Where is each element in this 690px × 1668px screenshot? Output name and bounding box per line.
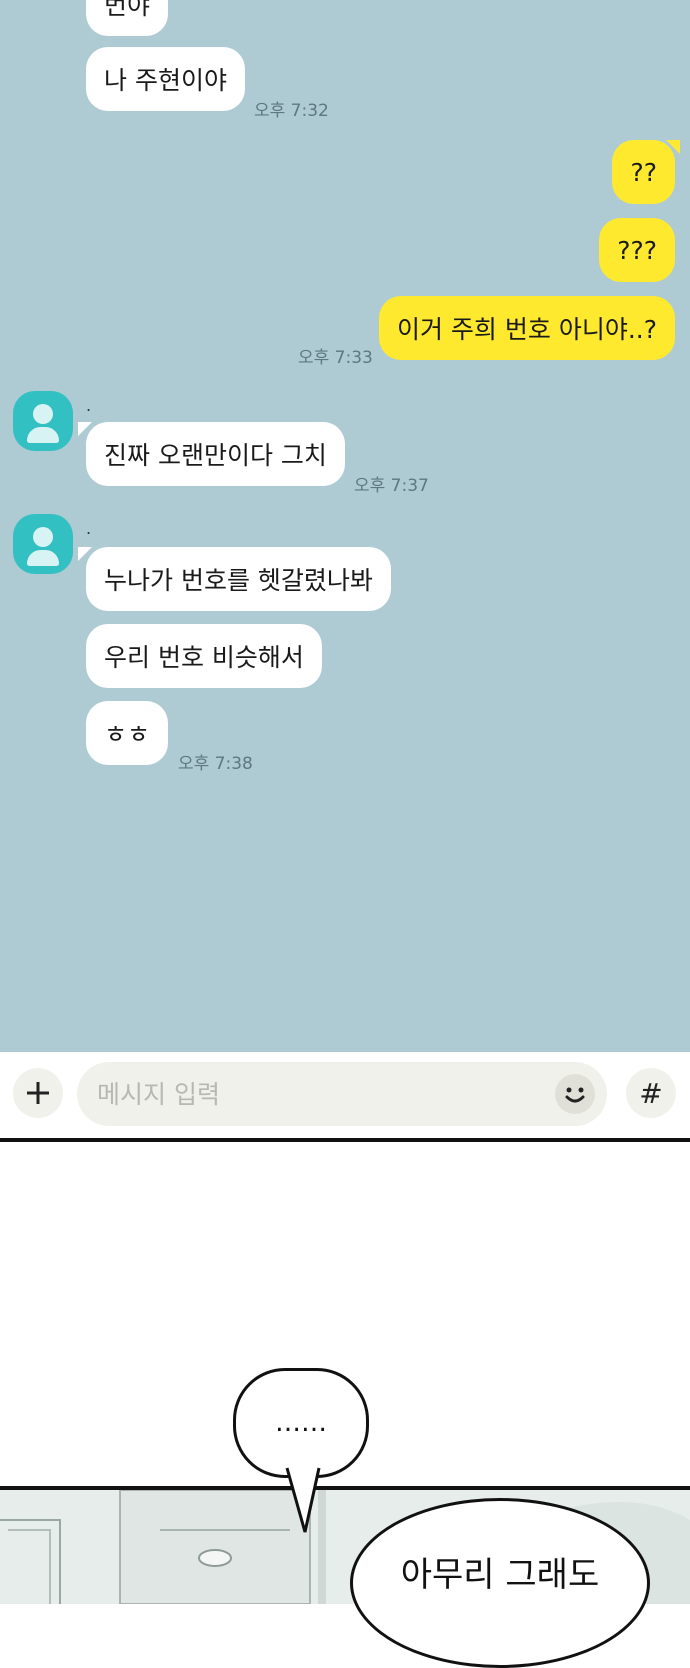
incoming-message[interactable]: 번야 xyxy=(86,0,169,36)
message-text: 나 주현이야 xyxy=(104,66,227,95)
bubble-tail xyxy=(78,422,92,436)
message-input-bar: # xyxy=(0,1052,690,1142)
person-icon-body xyxy=(27,550,59,566)
person-icon xyxy=(33,404,53,424)
add-attachment-button[interactable] xyxy=(13,1068,63,1118)
message-time: 오후 7:38 xyxy=(178,754,253,774)
message-text: ??? xyxy=(617,235,657,265)
message-text: 우리 번호 비슷해서 xyxy=(104,643,304,672)
plus-icon xyxy=(27,1082,49,1104)
message-text: 진짜 오랜만이다 그치 xyxy=(104,441,327,470)
speech-bubble-tail xyxy=(285,1466,321,1533)
message-time: 오후 7:33 xyxy=(298,348,373,368)
message-text: ㅎㅎ xyxy=(104,720,151,749)
avatar[interactable] xyxy=(13,391,73,451)
bubble-tail xyxy=(78,547,92,561)
avatar[interactable] xyxy=(13,514,73,574)
person-icon xyxy=(33,527,53,547)
incoming-message[interactable]: 나 주현이야 xyxy=(86,47,245,111)
outgoing-message[interactable]: ??? xyxy=(599,218,675,282)
message-text: 누나가 번호를 헷갈렸나봐 xyxy=(104,566,373,595)
speech-text: …… xyxy=(275,1408,327,1438)
chat-area[interactable]: 번야 나 주현이야 오후 7:32 ?? ??? 이거 주희 번호 아니야..?… xyxy=(0,0,690,1052)
incoming-message[interactable]: 우리 번호 비슷해서 xyxy=(86,624,322,688)
message-text: 이거 주희 번호 아니야..? xyxy=(396,315,657,344)
hashtag-button[interactable]: # xyxy=(626,1068,676,1118)
speech-bubble: 아무리 그래도 xyxy=(350,1498,650,1668)
smiley-icon xyxy=(565,1087,585,1103)
incoming-message[interactable]: 누나가 번호를 헷갈렸나봐 xyxy=(86,547,391,611)
bubble-tail xyxy=(666,140,680,154)
incoming-message[interactable]: 진짜 오랜만이다 그치 xyxy=(86,422,345,486)
message-text: ?? xyxy=(630,157,657,187)
message-text: 번야 xyxy=(104,0,151,20)
outgoing-message[interactable]: 이거 주희 번호 아니야..? xyxy=(378,296,675,360)
sender-name: . xyxy=(86,396,92,415)
sender-name: . xyxy=(86,519,92,538)
hash-label: # xyxy=(639,1076,663,1110)
incoming-message[interactable]: ㅎㅎ xyxy=(86,701,169,765)
person-icon-body xyxy=(27,427,59,443)
speech-bubble: …… xyxy=(233,1368,369,1478)
message-time: 오후 7:32 xyxy=(254,101,329,121)
message-input[interactable] xyxy=(77,1062,607,1126)
emoji-button[interactable] xyxy=(555,1074,595,1114)
speech-text: 아무리 그래도 xyxy=(400,1555,600,1595)
message-time: 오후 7:37 xyxy=(354,476,429,496)
